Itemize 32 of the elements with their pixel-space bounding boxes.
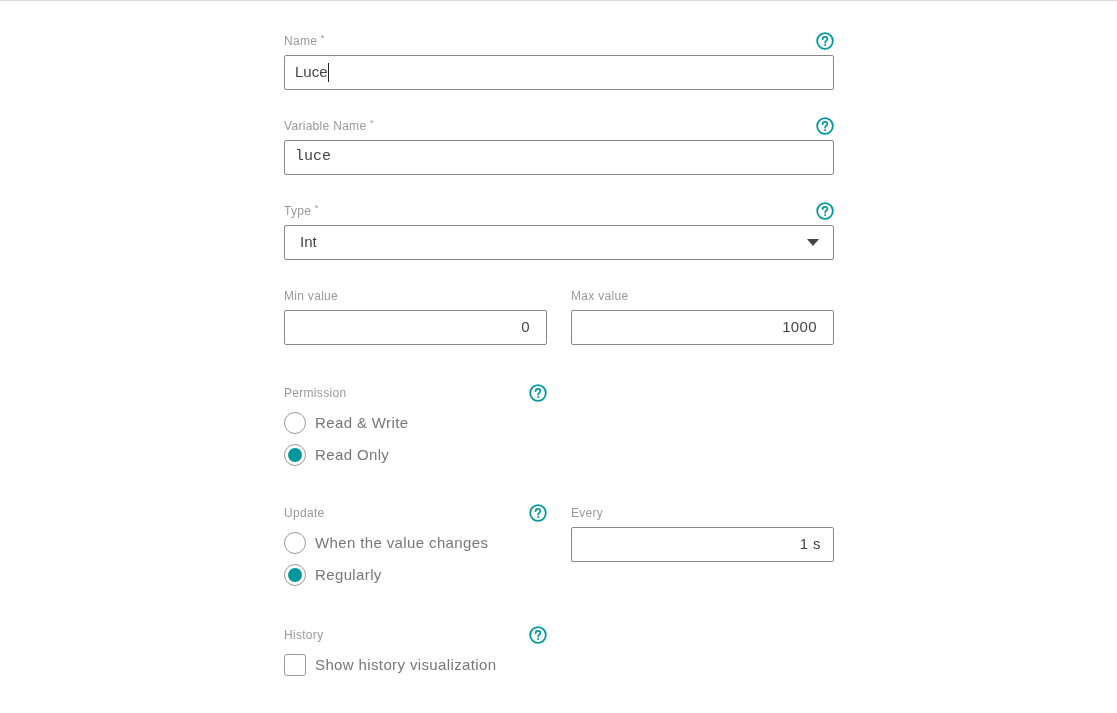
input-field[interactable]: 1 s bbox=[571, 527, 834, 562]
help-icon[interactable] bbox=[529, 384, 547, 402]
field-label: Max value bbox=[571, 288, 629, 305]
field-label: Update bbox=[284, 505, 325, 522]
radio-button[interactable] bbox=[284, 412, 306, 434]
radio-button[interactable] bbox=[284, 564, 306, 586]
option-label[interactable]: Read Only bbox=[315, 443, 390, 467]
help-icon[interactable] bbox=[816, 32, 834, 50]
field-label: Every bbox=[571, 505, 604, 522]
help-icon[interactable] bbox=[816, 117, 834, 135]
field-label: Type $^{*}$ bbox=[284, 202, 319, 220]
option-label[interactable]: Regularly bbox=[315, 563, 382, 587]
input-field[interactable]: Luce bbox=[284, 55, 834, 90]
option-label[interactable]: When the value changes bbox=[315, 531, 489, 555]
radio-button[interactable] bbox=[284, 532, 306, 554]
select-field[interactable]: Int bbox=[284, 225, 834, 260]
option-label[interactable]: Read & Write bbox=[315, 411, 409, 435]
help-icon[interactable] bbox=[529, 626, 547, 644]
caret-icon bbox=[807, 239, 819, 246]
radio-button[interactable] bbox=[284, 444, 306, 466]
input-field[interactable]: 1000 bbox=[571, 310, 834, 345]
field-label: Permission bbox=[284, 385, 347, 402]
help-icon[interactable] bbox=[529, 504, 547, 522]
option-label[interactable]: Show history visualization bbox=[315, 653, 497, 677]
field-label: Name $^{*}$ bbox=[284, 32, 325, 50]
checkbox[interactable] bbox=[284, 654, 306, 676]
field-label: Variable Name $^{*}$ bbox=[284, 117, 374, 135]
input-field[interactable]: luce bbox=[284, 140, 834, 175]
help-icon[interactable] bbox=[816, 202, 834, 220]
field-label: History bbox=[284, 627, 324, 644]
input-field[interactable]: 0 bbox=[284, 310, 547, 345]
field-label: Min value bbox=[284, 288, 339, 305]
